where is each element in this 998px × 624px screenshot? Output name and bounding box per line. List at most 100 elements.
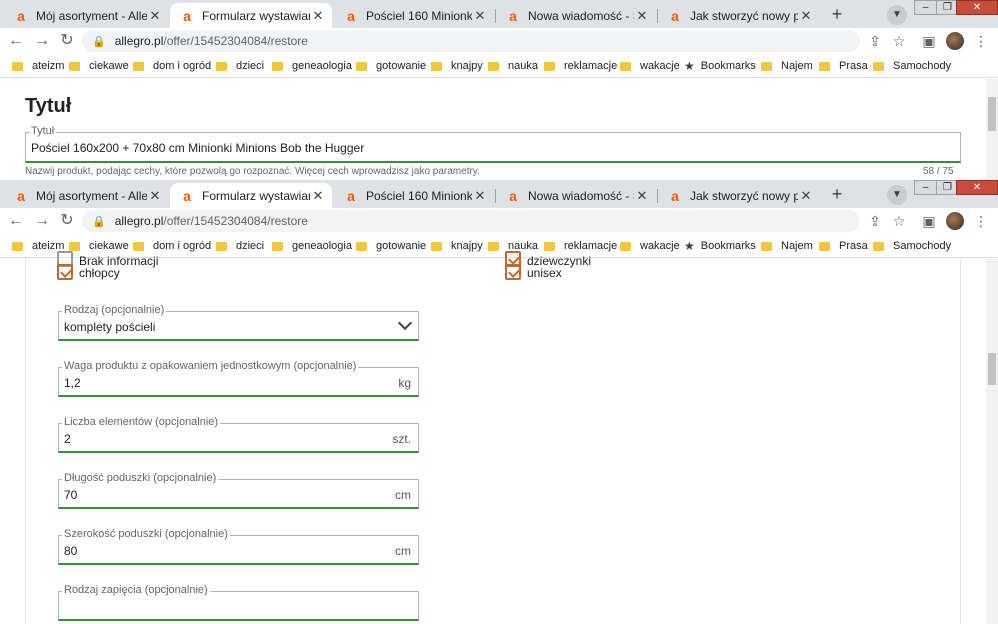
new-tab-button[interactable]: + [826, 184, 848, 206]
dlugosc-poduszki-field[interactable]: Długość poduszki (opcjonalnie) 70 cm [58, 472, 419, 509]
bookmark-item[interactable]: dom i ogród [133, 239, 211, 253]
chevron-down-icon [397, 315, 413, 331]
bookmark-item[interactable]: geneaologia [272, 59, 352, 73]
share-icon[interactable]: ⇪ [866, 32, 884, 50]
bookmark-item[interactable]: ciekawe [69, 239, 129, 253]
close-icon[interactable]: ✕ [147, 188, 163, 204]
tab-search-chevron-icon[interactable]: ▼ [887, 185, 907, 205]
scrollbar-thumb[interactable] [988, 353, 996, 385]
scrollbar[interactable] [986, 259, 998, 624]
szerokosc-poduszki-field[interactable]: Szerokość poduszki (opcjonalnie) 80 cm [58, 528, 419, 565]
share-icon[interactable]: ⇪ [866, 212, 884, 230]
star-icon[interactable]: ☆ [890, 212, 908, 230]
bookmark-item[interactable]: Prasa [819, 239, 868, 253]
waga-input[interactable]: 1,2 [64, 376, 81, 390]
bookmark-item[interactable]: ★ Bookmarks [684, 239, 756, 253]
szerokosc-poduszki-input[interactable]: 80 [64, 544, 77, 558]
close-icon[interactable]: ✕ [472, 8, 488, 24]
title-input[interactable]: Pościel 160x200 + 70x80 cm Minionki Mini… [31, 141, 364, 155]
bookmark-item[interactable]: Samochody [873, 239, 951, 253]
title-field[interactable]: Tytuł Pościel 160x200 + 70x80 cm Minionk… [25, 125, 961, 163]
bookmark-item[interactable]: reklamacje [544, 59, 617, 73]
bookmark-item[interactable]: ateizm [12, 59, 64, 73]
tab-posciel[interactable]: a Pościel 160 Minionki - Nisk ✕ [334, 3, 494, 28]
bookmark-item[interactable]: Najem [761, 239, 813, 253]
bookmark-label: wakacje [640, 240, 680, 252]
close-icon[interactable]: ✕ [310, 8, 326, 24]
tab-jak-stworzyc[interactable]: a Jak stworzyć nowy produkt ✕ [658, 3, 820, 28]
field-legend: Tytuł [29, 125, 57, 137]
reload-icon[interactable]: ↻ [57, 211, 77, 231]
side-panel-icon[interactable]: ▣ [920, 212, 938, 230]
tab-nowa-wiadomosc[interactable]: a Nowa wiadomość - Społecz ✕ [496, 183, 656, 208]
bookmark-item[interactable]: wakacje [620, 59, 680, 73]
tab-formularz[interactable]: a Formularz wystawiania ✕ [170, 183, 332, 208]
tab-search-chevron-icon[interactable]: ▼ [887, 5, 907, 25]
bookmark-item[interactable]: wakacje [620, 239, 680, 253]
address-bar[interactable]: 🔒 allegro.pl/offer/15452304084/restore [82, 210, 860, 232]
scrollbar-thumb[interactable] [988, 97, 996, 131]
new-tab-button[interactable]: + [826, 4, 848, 26]
bookmark-item[interactable]: geneaologia [272, 239, 352, 253]
folder-icon [272, 241, 283, 251]
tab-jak-stworzyc[interactable]: a Jak stworzyć nowy produkt ✕ [658, 183, 820, 208]
bookmark-item[interactable]: ★ Bookmarks [684, 59, 756, 73]
parameters-card: Brak informacji dziewczynki chłopcy unis… [25, 251, 961, 624]
allegro-icon: a [509, 187, 517, 204]
tab-posciel[interactable]: a Pościel 160 Minionki - Nisk ✕ [334, 183, 494, 208]
menu-icon[interactable]: ⋮ [972, 212, 990, 230]
back-icon[interactable]: ← [6, 211, 26, 231]
tab-moj-asortyment[interactable]: a Mój asortyment - Allegro ✕ [4, 183, 169, 208]
field-legend: Długość poduszki (opcjonalnie) [62, 472, 219, 484]
address-bar[interactable]: 🔒 allegro.pl/offer/15452304084/restore [82, 30, 860, 52]
star-icon[interactable]: ☆ [890, 32, 908, 50]
bookmark-item[interactable]: knajpy [431, 59, 483, 73]
waga-field[interactable]: Waga produktu z opakowaniem jednostkowym… [58, 360, 419, 397]
close-icon[interactable]: ✕ [798, 8, 814, 24]
bookmark-item[interactable]: Najem [761, 59, 813, 73]
bookmark-item[interactable]: dzieci [216, 59, 264, 73]
scrollbar[interactable] [986, 79, 998, 180]
bookmark-item[interactable]: dzieci [216, 239, 264, 253]
liczba-elementow-input[interactable]: 2 [64, 432, 71, 446]
forward-icon[interactable]: → [32, 31, 52, 51]
bookmark-item[interactable]: knajpy [431, 239, 483, 253]
side-panel-icon[interactable]: ▣ [920, 32, 938, 50]
avatar[interactable] [946, 212, 964, 230]
bookmark-item[interactable]: nauka [488, 59, 538, 73]
menu-icon[interactable]: ⋮ [972, 32, 990, 50]
bookmark-item[interactable]: Prasa [819, 59, 868, 73]
minimize-button[interactable]: – [914, 180, 937, 195]
reload-icon[interactable]: ↻ [57, 31, 77, 51]
close-window-button[interactable]: ✕ [956, 180, 998, 195]
close-icon[interactable]: ✕ [798, 188, 814, 204]
rodzaj-zapiecia-select[interactable]: Rodzaj zapięcia (opcjonalnie) [58, 584, 419, 621]
avatar[interactable] [946, 32, 964, 50]
back-icon[interactable]: ← [6, 31, 26, 51]
checkbox-unisex[interactable] [505, 264, 521, 280]
rodzaj-select[interactable]: Rodzaj (opcjonalnie) komplety pościeli [58, 304, 419, 341]
close-icon[interactable]: ✕ [472, 188, 488, 204]
close-icon[interactable]: ✕ [147, 8, 163, 24]
tab-formularz[interactable]: a Formularz wystawiania ✕ [170, 3, 332, 28]
liczba-elementow-field[interactable]: Liczba elementów (opcjonalnie) 2 szt. [58, 416, 419, 453]
forward-icon[interactable]: → [32, 211, 52, 231]
close-icon[interactable]: ✕ [310, 188, 326, 204]
folder-icon [12, 241, 23, 251]
close-window-button[interactable]: ✕ [956, 0, 998, 15]
dlugosc-poduszki-input[interactable]: 70 [64, 488, 77, 502]
bookmark-label: ciekawe [89, 60, 129, 72]
bookmark-item[interactable]: Samochody [873, 59, 951, 73]
bookmark-item[interactable]: gotowanie [356, 59, 426, 73]
bookmark-item[interactable]: dom i ogród [133, 59, 211, 73]
bookmark-item[interactable]: gotowanie [356, 239, 426, 253]
minimize-button[interactable]: – [914, 0, 937, 15]
checkbox-chlopcy[interactable] [57, 264, 73, 280]
close-icon[interactable]: ✕ [634, 188, 650, 204]
bookmark-item[interactable]: reklamacje [544, 239, 617, 253]
tab-moj-asortyment[interactable]: a Mój asortyment - Allegro ✕ [4, 3, 169, 28]
tab-nowa-wiadomosc[interactable]: a Nowa wiadomość - Społecz ✕ [496, 3, 656, 28]
bookmark-item[interactable]: ciekawe [69, 59, 129, 73]
folder-icon [431, 241, 442, 251]
close-icon[interactable]: ✕ [634, 8, 650, 24]
